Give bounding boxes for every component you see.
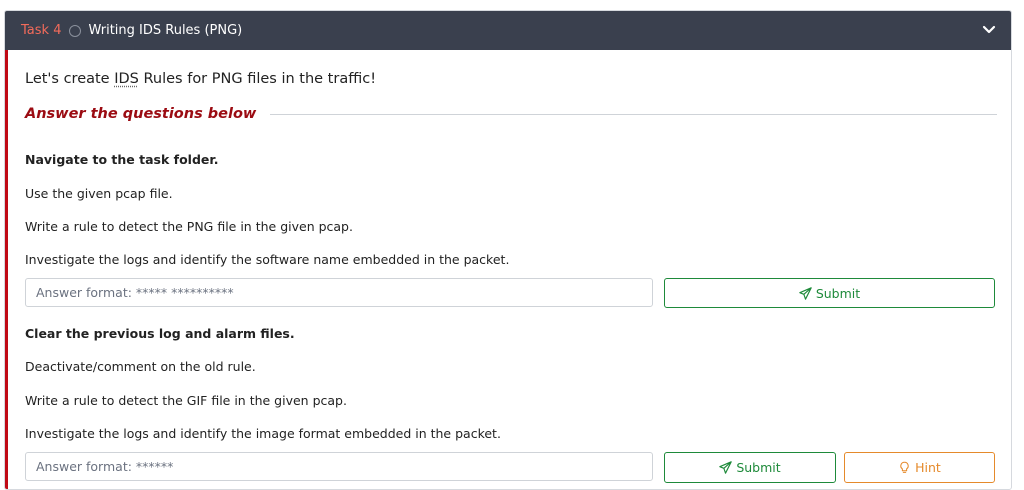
- task-header[interactable]: Task 4 Writing IDS Rules (PNG): [5, 11, 1011, 50]
- intro-text-start: Let's create: [25, 71, 115, 87]
- paper-plane-icon: [799, 286, 812, 300]
- submit-label: Submit: [736, 460, 781, 475]
- hint-label: Hint: [915, 460, 941, 475]
- chevron-down-icon[interactable]: [981, 22, 997, 38]
- divider: [270, 113, 997, 115]
- hint-button[interactable]: Hint: [844, 452, 995, 483]
- submit-label: Submit: [815, 285, 861, 301]
- question-line: Investigate the logs and identify the im…: [25, 426, 501, 441]
- question-line: Write a rule to detect the GIF file in t…: [25, 393, 347, 408]
- submit-button-2[interactable]: Submit: [664, 452, 836, 483]
- task-title: Writing IDS Rules (PNG): [88, 23, 243, 38]
- intro-text-end: Rules for PNG files in the traffic!: [138, 71, 377, 87]
- task-card: Task 4 Writing IDS Rules (PNG) Let's cre…: [4, 10, 1012, 490]
- task-number: Task 4: [21, 23, 62, 38]
- question-line: Use the given pcap file.: [25, 186, 173, 201]
- answer-input-2[interactable]: Answer format: ******: [25, 452, 653, 481]
- question-line: Clear the previous log and alarm files.: [25, 326, 295, 341]
- submit-button-1[interactable]: Submit: [664, 278, 995, 308]
- ids-abbreviation: IDS: [114, 71, 139, 87]
- task-body: Let's create IDS Rules for PNG files in …: [5, 50, 1011, 489]
- answer-section-heading: Answer the questions below: [25, 106, 997, 122]
- circle-status-icon: [69, 24, 82, 37]
- paper-plane-icon: [719, 461, 733, 474]
- answer-heading: Answer the questions below: [25, 106, 257, 122]
- question-line: Investigate the logs and identify the so…: [25, 252, 510, 267]
- task-intro: Let's create IDS Rules for PNG files in …: [25, 71, 376, 87]
- question-line: Navigate to the task folder.: [25, 152, 219, 167]
- lightbulb-icon: [900, 461, 909, 473]
- question-line: Deactivate/comment on the old rule.: [25, 359, 256, 374]
- answer-input-1[interactable]: Answer format: ***** **********: [25, 278, 653, 307]
- question-line: Write a rule to detect the PNG file in t…: [25, 219, 353, 234]
